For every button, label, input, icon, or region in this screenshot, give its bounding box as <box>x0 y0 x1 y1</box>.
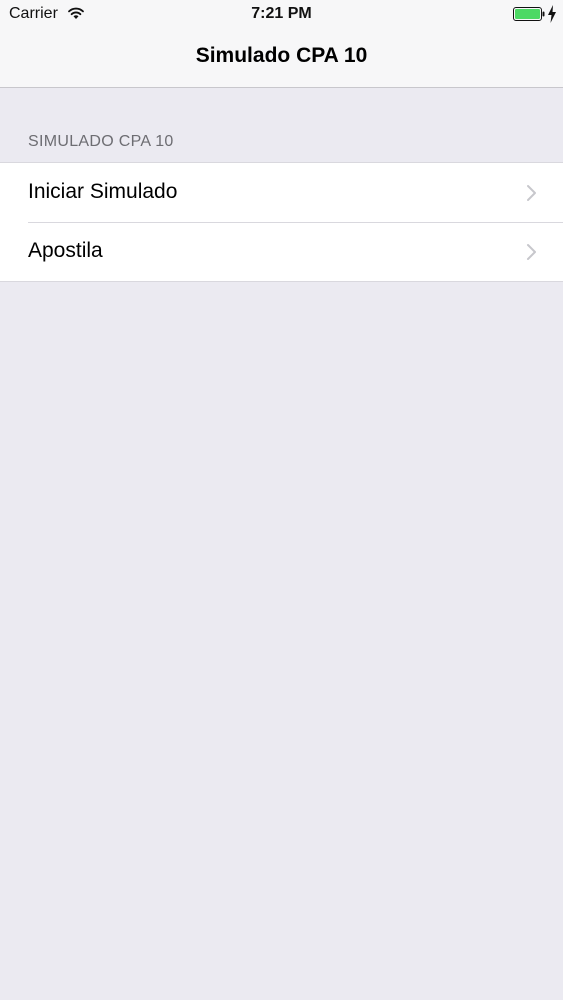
menu-table: Iniciar Simulado Apostila <box>0 162 563 282</box>
menu-item-apostila[interactable]: Apostila <box>0 222 563 281</box>
chevron-right-icon <box>527 185 536 201</box>
menu-item-label: Apostila <box>28 239 103 262</box>
chevron-right-icon <box>527 244 536 260</box>
status-time: 7:21 PM <box>251 5 312 22</box>
menu-item-iniciar-simulado[interactable]: Iniciar Simulado <box>0 163 563 222</box>
section-header: SIMULADO CPA 10 <box>28 133 174 150</box>
battery-icon <box>513 7 545 21</box>
page-title: Simulado CPA 10 <box>195 44 368 67</box>
charging-bolt-icon <box>548 5 556 23</box>
menu-item-label: Iniciar Simulado <box>28 180 178 203</box>
status-bar: Carrier 7:21 PM <box>0 0 563 30</box>
navigation-bar: Simulado CPA 10 <box>0 30 563 88</box>
